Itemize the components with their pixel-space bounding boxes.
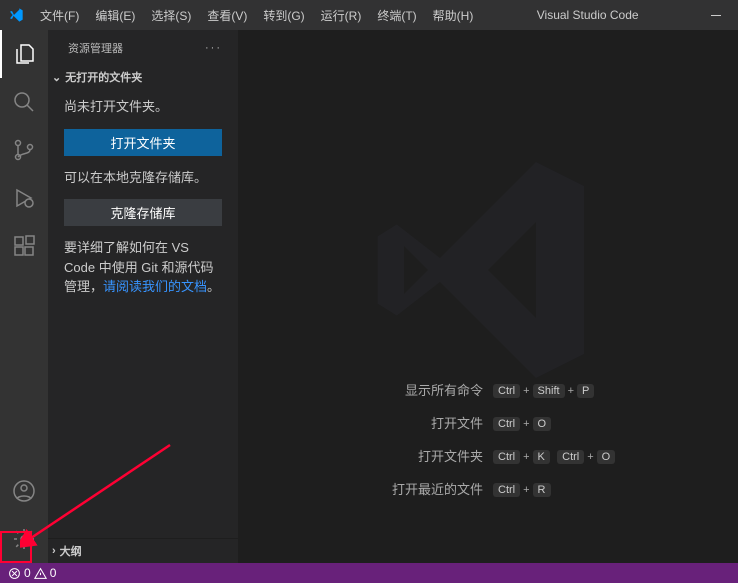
error-icon <box>8 567 21 580</box>
activity-source-control[interactable] <box>0 126 48 174</box>
key: K <box>533 450 550 464</box>
status-problems[interactable]: 0 0 <box>8 566 56 580</box>
section-outline[interactable]: › 大纲 <box>48 539 238 563</box>
sidebar-header: 资源管理器 ··· <box>48 30 238 65</box>
menu-terminal[interactable]: 终端(T) <box>369 0 424 30</box>
key: O <box>533 417 552 431</box>
key: Ctrl <box>493 417 520 431</box>
key: Ctrl <box>493 450 520 464</box>
chevron-right-icon: › <box>52 545 56 557</box>
key: Shift <box>533 384 565 398</box>
more-icon[interactable]: ··· <box>205 42 222 54</box>
minimize-button[interactable] <box>694 0 738 30</box>
window-title: Visual Studio Code <box>481 8 694 22</box>
shortcut-keys: Ctrl+O <box>493 415 693 430</box>
shortcut-list: 显示所有命令 Ctrl+Shift+P 打开文件 Ctrl+O 打开文件夹 Ctrl+K … <box>238 380 738 512</box>
menu-help[interactable]: 帮助(H) <box>425 0 482 30</box>
menu-file[interactable]: 文件(F) <box>32 0 87 30</box>
shortcut-label: 打开文件 <box>283 413 483 432</box>
activity-accounts[interactable] <box>0 467 48 515</box>
menu-selection[interactable]: 选择(S) <box>143 0 199 30</box>
shortcut-label: 打开最近的文件 <box>283 479 483 498</box>
msg-clone: 可以在本地克隆存储库。 <box>64 168 222 188</box>
status-bar: 0 0 <box>0 563 738 583</box>
shortcut-keys: Ctrl+R <box>493 481 693 496</box>
shortcut-label: 显示所有命令 <box>283 380 483 399</box>
section-title-label: 无打开的文件夹 <box>65 69 142 85</box>
activity-run-debug[interactable] <box>0 174 48 222</box>
sidebar-explorer: 资源管理器 ··· ⌄ 无打开的文件夹 尚未打开文件夹。 打开文件夹 可以在本地… <box>48 30 238 563</box>
outline-title-label: 大纲 <box>60 543 82 559</box>
menu-view[interactable]: 查看(V) <box>199 0 255 30</box>
menu-bar: 文件(F) 编辑(E) 选择(S) 查看(V) 转到(G) 运行(R) 终端(T… <box>32 0 481 30</box>
key: R <box>533 483 551 497</box>
menu-run[interactable]: 运行(R) <box>313 0 370 30</box>
vscode-watermark-icon <box>368 150 608 393</box>
sidebar-body: 尚未打开文件夹。 打开文件夹 可以在本地克隆存储库。 克隆存储库 要详细了解如何… <box>48 89 238 317</box>
msg-no-folder: 尚未打开文件夹。 <box>64 97 222 117</box>
key: Ctrl <box>493 384 520 398</box>
window-controls <box>694 0 738 30</box>
shortcut-keys: Ctrl+K Ctrl+O <box>493 448 693 463</box>
activity-search[interactable] <box>0 78 48 126</box>
shortcut-keys: Ctrl+Shift+P <box>493 382 693 397</box>
title-bar: 文件(F) 编辑(E) 选择(S) 查看(V) 转到(G) 运行(R) 终端(T… <box>0 0 738 30</box>
activity-settings[interactable] <box>0 515 48 563</box>
error-count: 0 <box>24 566 31 580</box>
menu-edit[interactable]: 编辑(E) <box>87 0 143 30</box>
msg-git: 要详细了解如何在 VS Code 中使用 Git 和源代码管理，请阅读我们的文档… <box>64 238 222 297</box>
editor-area: 显示所有命令 Ctrl+Shift+P 打开文件 Ctrl+O 打开文件夹 Ctrl+K … <box>238 30 738 563</box>
sidebar-title: 资源管理器 <box>68 40 123 56</box>
main-area: 资源管理器 ··· ⌄ 无打开的文件夹 尚未打开文件夹。 打开文件夹 可以在本地… <box>0 30 738 563</box>
key: Ctrl <box>557 450 584 464</box>
msg-git-post: 。 <box>207 279 220 294</box>
clone-repo-button[interactable]: 克隆存储库 <box>64 199 222 226</box>
shortcut-row: 打开文件 Ctrl+O <box>238 413 738 432</box>
key: Ctrl <box>493 483 520 497</box>
shortcut-row: 打开最近的文件 Ctrl+R <box>238 479 738 498</box>
vscode-logo-icon <box>0 7 32 23</box>
open-folder-button[interactable]: 打开文件夹 <box>64 129 222 156</box>
activity-extensions[interactable] <box>0 222 48 270</box>
warning-count: 0 <box>50 566 57 580</box>
activity-explorer[interactable] <box>0 30 48 78</box>
key: P <box>577 384 594 398</box>
key: O <box>597 450 616 464</box>
menu-go[interactable]: 转到(G) <box>255 0 312 30</box>
shortcut-label: 打开文件夹 <box>283 446 483 465</box>
chevron-down-icon: ⌄ <box>52 71 61 84</box>
section-no-folder-open[interactable]: ⌄ 无打开的文件夹 <box>48 65 238 89</box>
shortcut-row: 打开文件夹 Ctrl+K Ctrl+O <box>238 446 738 465</box>
activity-bar <box>0 30 48 563</box>
docs-link[interactable]: 请阅读我们的文档 <box>103 279 207 294</box>
warning-icon <box>34 567 47 580</box>
sidebar-outline: › 大纲 <box>48 538 238 563</box>
shortcut-row: 显示所有命令 Ctrl+Shift+P <box>238 380 738 399</box>
